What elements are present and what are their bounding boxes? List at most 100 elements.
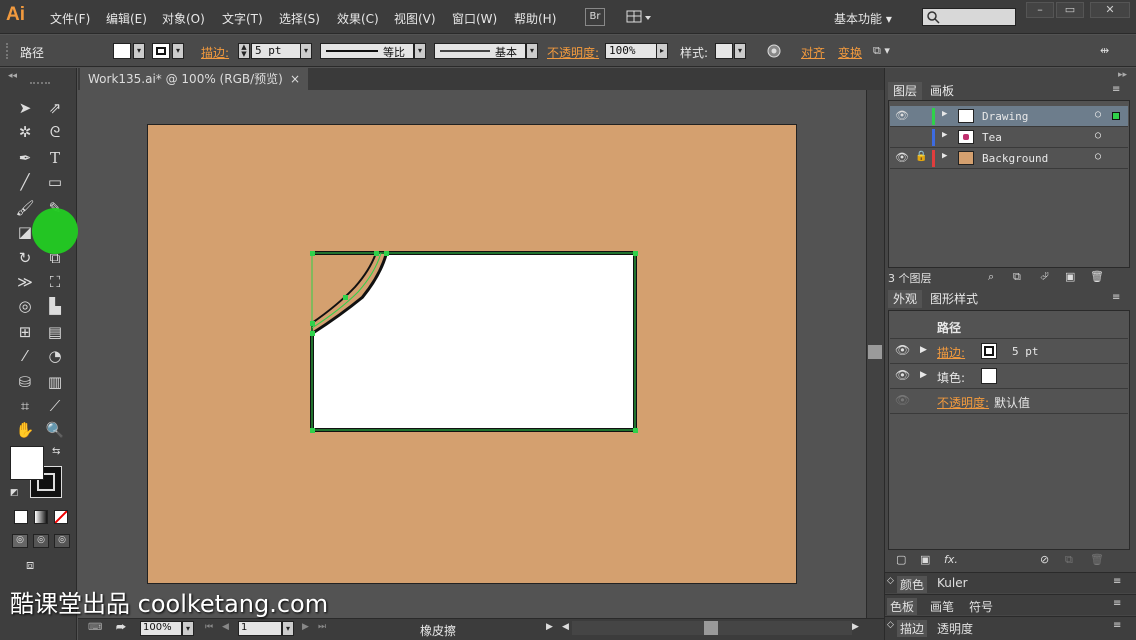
rectangle-tool[interactable]: ▭ bbox=[44, 172, 66, 192]
tab-swatches[interactable]: 色板 bbox=[887, 598, 918, 615]
new-layer-icon[interactable]: ▣ bbox=[1065, 270, 1075, 283]
arrange-documents-button[interactable] bbox=[625, 8, 653, 26]
opacity-field[interactable]: 100% bbox=[605, 43, 657, 59]
mesh-tool[interactable]: ⊞ bbox=[14, 322, 36, 342]
visibility-eye-icon[interactable]: 👁 bbox=[895, 368, 910, 382]
tab-symbols[interactable]: 符号 bbox=[969, 598, 993, 615]
draw-inside-button[interactable]: ◎ bbox=[54, 534, 70, 548]
rotate-tool[interactable]: ↻ bbox=[14, 248, 36, 268]
bridge-button[interactable]: Br bbox=[585, 8, 605, 26]
tab-brushes[interactable]: 画笔 bbox=[930, 598, 954, 615]
magic-wand-tool[interactable]: ✲ bbox=[14, 122, 36, 142]
maximize-button[interactable]: ▭ bbox=[1056, 2, 1084, 18]
fill-color-box[interactable] bbox=[10, 446, 44, 480]
lock-icon[interactable]: 🔒 bbox=[915, 151, 927, 162]
pen-tool[interactable]: ✒ bbox=[14, 148, 36, 168]
graphic-style-swatch[interactable] bbox=[715, 43, 733, 59]
opacity-panel-link[interactable]: 不透明度: bbox=[547, 44, 599, 61]
hand-tool[interactable]: ✋ bbox=[14, 420, 36, 440]
visibility-eye-icon[interactable]: 👁 bbox=[895, 109, 909, 122]
selection-indicator[interactable] bbox=[1112, 112, 1120, 120]
free-transform-tool[interactable]: ⛶ bbox=[44, 272, 66, 292]
duplicate-item-icon[interactable]: ⧉ bbox=[1065, 553, 1073, 567]
panel-menu-icon[interactable]: ≡ bbox=[1113, 620, 1121, 631]
swap-fill-stroke-icon[interactable]: ⇆ bbox=[52, 446, 60, 457]
line-segment-tool[interactable]: ╱ bbox=[14, 172, 36, 192]
first-page-icon[interactable]: ⏮ bbox=[205, 622, 213, 632]
menu-type[interactable]: 文字(T) bbox=[222, 10, 263, 27]
clear-appearance-icon[interactable]: ⊘ bbox=[1040, 553, 1049, 566]
symbol-sprayer-tool[interactable]: ⛁ bbox=[14, 372, 36, 392]
layer-row-background[interactable]: 👁 🔒 ▶ Background ○ bbox=[890, 148, 1128, 169]
selection-tool[interactable]: ➤ bbox=[14, 98, 36, 118]
fill-dropdown[interactable]: ▾ bbox=[133, 43, 145, 59]
next-page-icon[interactable]: ▶ bbox=[302, 622, 309, 632]
tab-kuler[interactable]: Kuler bbox=[937, 576, 968, 590]
new-sublayer-icon[interactable]: ⮰ bbox=[1040, 270, 1049, 284]
control-panel-menu[interactable]: ⇹ bbox=[1100, 44, 1118, 58]
perspective-grid-tool[interactable]: ▙ bbox=[44, 296, 66, 316]
layers-panel-menu-icon[interactable]: ≡ bbox=[1112, 84, 1120, 95]
artboard-tool[interactable]: ⌗ bbox=[14, 396, 36, 416]
collapse-panel-icon[interactable]: ◂◂ bbox=[8, 71, 17, 81]
screen-mode-button[interactable]: ⧈ bbox=[26, 558, 48, 574]
appearance-fill-row[interactable]: 👁 ▶ 填色: bbox=[890, 364, 1128, 389]
collapse-icon[interactable]: ◇ bbox=[887, 576, 894, 586]
profile-dropdown[interactable]: ▾ bbox=[414, 43, 426, 59]
stroke-panel-link[interactable]: 描边: bbox=[201, 44, 229, 61]
opacity-link[interactable]: 不透明度: bbox=[937, 394, 989, 411]
add-new-fill-icon[interactable]: ▣ bbox=[920, 553, 930, 566]
tab-artboards[interactable]: 画板 bbox=[925, 82, 959, 100]
menu-select[interactable]: 选择(S) bbox=[279, 10, 320, 27]
draw-normal-button[interactable]: ◎ bbox=[12, 534, 28, 548]
style-dropdown[interactable]: ▾ bbox=[734, 43, 746, 59]
align-panel-link[interactable]: 对齐 bbox=[801, 44, 825, 61]
delete-item-icon[interactable]: 🗑 bbox=[1090, 553, 1104, 566]
menu-effect[interactable]: 效果(C) bbox=[337, 10, 379, 27]
menu-help[interactable]: 帮助(H) bbox=[514, 10, 556, 27]
layer-row-drawing[interactable]: 👁 ▶ Drawing ○ bbox=[890, 106, 1128, 127]
opacity-dropdown[interactable]: ▸ bbox=[656, 43, 668, 59]
width-tool[interactable]: ≫ bbox=[14, 272, 36, 292]
collapse-icon[interactable]: ◇ bbox=[887, 620, 894, 630]
zoom-field[interactable]: 100% bbox=[140, 621, 182, 636]
brush-dropdown[interactable]: ▾ bbox=[526, 43, 538, 59]
fill-swatch[interactable] bbox=[113, 43, 131, 59]
minimize-button[interactable]: – bbox=[1026, 2, 1054, 18]
page-dropdown[interactable]: ▾ bbox=[282, 621, 294, 636]
color-mode-button[interactable] bbox=[14, 510, 28, 524]
direct-selection-tool[interactable]: ⇗ bbox=[44, 98, 66, 118]
panel-menu-icon[interactable]: ≡ bbox=[1113, 598, 1121, 609]
last-page-icon[interactable]: ⏭ bbox=[318, 622, 326, 632]
blend-tool[interactable]: ◔ bbox=[44, 346, 66, 366]
close-button[interactable]: ✕ bbox=[1090, 2, 1130, 18]
visibility-eye-icon[interactable]: 👁 bbox=[895, 393, 910, 407]
stroke-swatch[interactable] bbox=[152, 43, 170, 59]
isolate-options-button[interactable]: ⧉ ▾ bbox=[873, 44, 903, 60]
lasso-tool[interactable]: ᘓ bbox=[44, 122, 66, 142]
help-search-input[interactable] bbox=[922, 8, 1016, 26]
menu-edit[interactable]: 编辑(E) bbox=[106, 10, 147, 27]
vertical-scroll-thumb[interactable] bbox=[868, 345, 882, 359]
target-circle-icon[interactable]: ○ bbox=[1095, 130, 1101, 141]
workspace-switcher[interactable]: 基本功能 ▾ bbox=[834, 10, 892, 27]
appearance-opacity-row[interactable]: 👁 不透明度: 默认值 bbox=[890, 389, 1128, 414]
stroke-weight-dropdown[interactable]: ▾ bbox=[300, 43, 312, 59]
visibility-eye-icon[interactable]: 👁 bbox=[895, 151, 909, 164]
gradient-mode-button[interactable] bbox=[34, 510, 48, 524]
type-tool[interactable]: T bbox=[44, 148, 66, 168]
fill-swatch[interactable] bbox=[981, 368, 997, 384]
expand-arrow-icon[interactable]: ▶ bbox=[942, 130, 947, 140]
share-icon[interactable]: ⮫ bbox=[116, 621, 126, 635]
tab-transparency[interactable]: 透明度 bbox=[937, 620, 973, 637]
appearance-stroke-row[interactable]: 👁 ▶ 描边: 5 pt bbox=[890, 339, 1128, 364]
shape-builder-tool[interactable]: ◎ bbox=[14, 296, 36, 316]
none-mode-button[interactable] bbox=[54, 510, 68, 524]
horizontal-scroll-thumb[interactable] bbox=[704, 621, 718, 635]
brush-definition[interactable]: 基本 bbox=[434, 43, 526, 59]
page-field[interactable]: 1 bbox=[238, 621, 282, 636]
tab-appearance[interactable]: 外观 bbox=[888, 290, 923, 308]
tab-graphic-styles[interactable]: 图形样式 bbox=[925, 290, 983, 308]
column-graph-tool[interactable]: ▥ bbox=[44, 372, 66, 392]
eyedropper-tool[interactable]: ⁄ bbox=[14, 346, 36, 366]
